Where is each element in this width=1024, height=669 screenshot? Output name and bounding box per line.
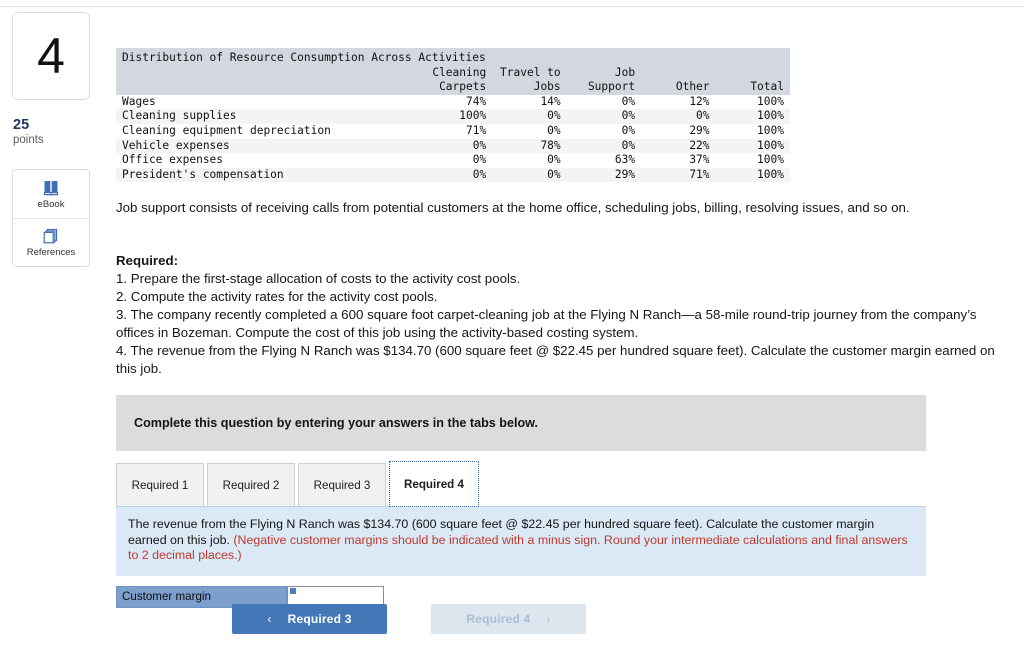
cell-cleaning-carpets: 71% bbox=[417, 123, 493, 139]
cell-job-support: 0% bbox=[566, 94, 642, 110]
cell-job-support: 0% bbox=[566, 109, 642, 124]
requirement-tabs: Required 1 Required 2 Required 3 Require… bbox=[116, 461, 926, 507]
header-blank-1 bbox=[116, 65, 418, 81]
tool-panel: eBook References bbox=[12, 169, 90, 268]
required-heading: Required: bbox=[116, 253, 179, 268]
table-row: Cleaning supplies 100% 0% 0% 0% 100% bbox=[116, 109, 790, 124]
table-header-row-2: Carpets Jobs Support Other Total bbox=[116, 80, 790, 95]
header-travel-1: Travel to bbox=[492, 65, 567, 81]
cell-job-support: 29% bbox=[566, 167, 642, 183]
pages-icon bbox=[43, 229, 58, 244]
question-sidebar: 4 25 points eBook References bbox=[0, 12, 110, 268]
required-item-2: 2. Compute the activity rates for the ac… bbox=[116, 289, 438, 304]
cell-job-support: 0% bbox=[566, 123, 642, 139]
header-blank-2 bbox=[116, 80, 418, 95]
next-requirement-button[interactable]: Required 4 › bbox=[431, 604, 586, 634]
header-other-1 bbox=[641, 65, 716, 81]
header-jobsupport-1: Job bbox=[566, 65, 642, 81]
cell-total: 100% bbox=[715, 123, 790, 139]
tab-required-4[interactable]: Required 4 bbox=[389, 461, 479, 507]
row-label: Office expenses bbox=[116, 153, 418, 168]
question-number-box: 4 bbox=[12, 12, 90, 100]
cell-travel-to-jobs: 0% bbox=[492, 167, 567, 183]
header-cleaning-1: Cleaning bbox=[417, 65, 493, 81]
row-label: Vehicle expenses bbox=[116, 138, 418, 154]
header-jobsupport-2: Support bbox=[566, 80, 642, 95]
cell-other: 37% bbox=[641, 153, 716, 168]
table-title: Distribution of Resource Consumption Acr… bbox=[116, 48, 790, 66]
cell-job-support: 63% bbox=[566, 153, 642, 168]
cell-cleaning-carpets: 0% bbox=[417, 167, 493, 183]
cell-job-support: 0% bbox=[566, 138, 642, 154]
cell-cleaning-carpets: 100% bbox=[417, 109, 493, 124]
references-button[interactable]: References bbox=[13, 218, 89, 267]
header-travel-2: Jobs bbox=[492, 80, 567, 95]
cursor-marker bbox=[290, 587, 296, 594]
table-title-row: Distribution of Resource Consumption Acr… bbox=[116, 48, 790, 66]
row-label: Cleaning equipment depreciation bbox=[116, 123, 418, 139]
cell-travel-to-jobs: 0% bbox=[492, 123, 567, 139]
cell-other: 0% bbox=[641, 109, 716, 124]
chevron-left-icon: ‹ bbox=[267, 612, 272, 626]
cell-other: 22% bbox=[641, 138, 716, 154]
row-label: Wages bbox=[116, 94, 418, 110]
row-label: Cleaning supplies bbox=[116, 109, 418, 124]
cell-total: 100% bbox=[715, 138, 790, 154]
question-page: 4 25 points eBook References Distributio… bbox=[0, 0, 1024, 669]
tab-required-3[interactable]: Required 3 bbox=[298, 463, 386, 506]
ebook-label: eBook bbox=[37, 198, 65, 210]
row-label: President's compensation bbox=[116, 167, 418, 183]
points-block: 25 points bbox=[13, 117, 110, 147]
prev-requirement-button[interactable]: ‹ Required 3 bbox=[232, 604, 387, 634]
cell-travel-to-jobs: 0% bbox=[492, 153, 567, 168]
cell-travel-to-jobs: 14% bbox=[492, 94, 567, 110]
requirement-navigation: ‹ Required 3 Required 4 › bbox=[232, 604, 586, 634]
table-row: Vehicle expenses 0% 78% 0% 22% 100% bbox=[116, 138, 790, 154]
cell-cleaning-carpets: 0% bbox=[417, 153, 493, 168]
next-requirement-label: Required 4 bbox=[466, 612, 531, 626]
cell-other: 12% bbox=[641, 94, 716, 110]
table-row: Office expenses 0% 0% 63% 37% 100% bbox=[116, 153, 790, 168]
instruction-hint-text: (Negative customer margins should be ind… bbox=[128, 532, 908, 563]
requirement-instruction: The revenue from the Flying N Ranch was … bbox=[116, 507, 926, 576]
tab-required-2[interactable]: Required 2 bbox=[207, 463, 295, 506]
points-value: 25 bbox=[13, 117, 30, 133]
table-row: Cleaning equipment depreciation 71% 0% 0… bbox=[116, 123, 790, 139]
header-total-1 bbox=[715, 65, 790, 81]
header-cleaning-2: Carpets bbox=[417, 80, 493, 95]
tab-required-1[interactable]: Required 1 bbox=[116, 463, 204, 506]
required-block: Required: 1. Prepare the first-stage all… bbox=[116, 252, 1006, 378]
prev-requirement-label: Required 3 bbox=[287, 612, 352, 626]
question-number: 4 bbox=[37, 28, 65, 84]
cell-cleaning-carpets: 74% bbox=[417, 94, 493, 110]
ebook-button[interactable]: eBook bbox=[13, 170, 89, 219]
answer-panel: Complete this question by entering your … bbox=[116, 395, 926, 608]
cell-cleaning-carpets: 0% bbox=[417, 138, 493, 154]
cell-other: 71% bbox=[641, 167, 716, 183]
references-label: References bbox=[26, 247, 76, 259]
chevron-right-icon: › bbox=[546, 612, 551, 626]
cell-total: 100% bbox=[715, 153, 790, 168]
book-icon bbox=[43, 180, 59, 196]
required-item-3: 3. The company recently completed a 600 … bbox=[116, 307, 977, 340]
cell-travel-to-jobs: 78% bbox=[492, 138, 567, 154]
required-item-1: 1. Prepare the first-stage allocation of… bbox=[116, 271, 521, 286]
top-divider bbox=[0, 6, 1024, 7]
cell-total: 100% bbox=[715, 167, 790, 183]
table-header-row-1: Cleaning Travel to Job bbox=[116, 65, 790, 81]
header-total-2: Total bbox=[715, 80, 790, 95]
job-support-paragraph: Job support consists of receiving calls … bbox=[116, 200, 910, 215]
points-label: points bbox=[13, 133, 44, 146]
cell-total: 100% bbox=[715, 109, 790, 124]
complete-question-banner: Complete this question by entering your … bbox=[116, 395, 926, 451]
cell-total: 100% bbox=[715, 94, 790, 110]
cell-other: 29% bbox=[641, 123, 716, 139]
cell-travel-to-jobs: 0% bbox=[492, 109, 567, 124]
table-row: President's compensation 0% 0% 29% 71% 1… bbox=[116, 167, 790, 183]
resource-consumption-table: Distribution of Resource Consumption Acr… bbox=[116, 48, 790, 183]
table-row: Wages 74% 14% 0% 12% 100% bbox=[116, 94, 790, 110]
header-other-2: Other bbox=[641, 80, 716, 95]
required-item-4: 4. The revenue from the Flying N Ranch w… bbox=[116, 343, 995, 376]
